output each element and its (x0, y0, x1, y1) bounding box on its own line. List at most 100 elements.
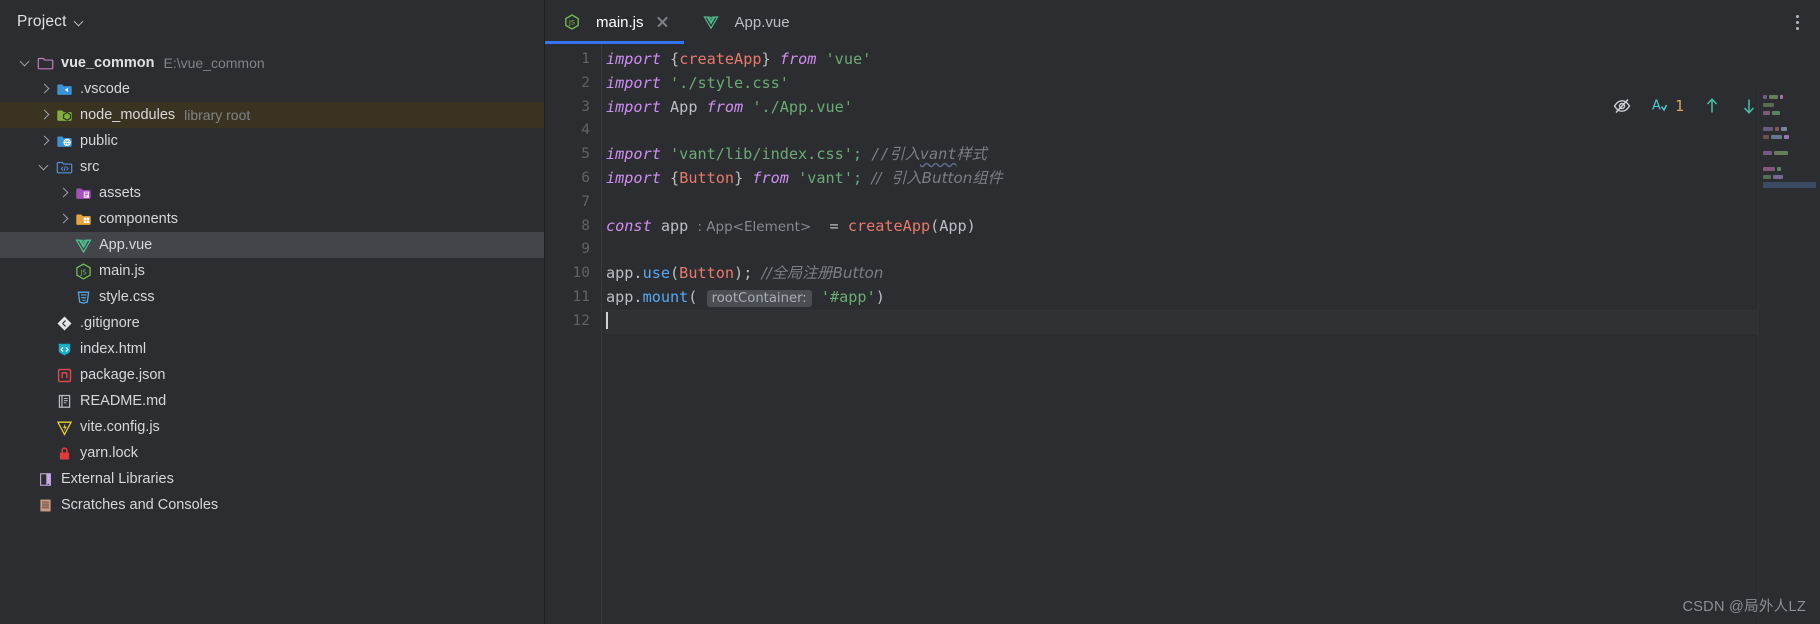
minimap-line (1763, 110, 1816, 116)
tree-item-src[interactable]: src (0, 154, 544, 180)
code-line-5: import 'vant/lib/index.css'; //引入vant样式 (605, 143, 1820, 167)
chevron-down-icon[interactable] (37, 159, 53, 175)
tree-item-app-vue[interactable]: App.vue (0, 232, 544, 258)
inspection-widget-icon[interactable]: A 1 (1651, 96, 1684, 116)
token-brace-open: { (670, 168, 680, 187)
token-mount-method: mount (642, 287, 689, 306)
code-content[interactable]: import {createApp} from 'vue' import './… (602, 44, 1820, 624)
token-comment: //全局注册Button (761, 264, 884, 283)
chevron-right-icon[interactable] (56, 211, 72, 227)
project-panel-header[interactable]: Project (0, 0, 544, 44)
token-module: './style.css' (670, 73, 789, 92)
code-line-1: import {createApp} from 'vue' (605, 48, 1820, 72)
npm-file-icon (55, 366, 73, 384)
git-file-icon (55, 314, 73, 332)
line-number: 11 (572, 288, 590, 305)
arrow-up-icon[interactable] (1703, 96, 1721, 116)
tree-item-label: External Libraries (61, 471, 174, 487)
editor-inspection-toolbar: A 1 (1612, 96, 1758, 116)
project-tree: vue_common E:\vue_common .vscode node_modul… (0, 44, 544, 518)
eye-slash-icon[interactable] (1612, 96, 1632, 116)
html-file-icon (55, 340, 73, 358)
tree-item-main-js[interactable]: JS main.js (0, 258, 544, 284)
tree-item-gitignore[interactable]: .gitignore (0, 310, 544, 336)
token-from: from (779, 50, 817, 68)
tree-item-label: vue_common (61, 55, 155, 71)
editor-area: JS main.js App.vue 12345678 9 10 11 12 i… (545, 0, 1820, 624)
arrow-down-icon[interactable] (1740, 96, 1758, 116)
tab-label: main.js (596, 13, 644, 31)
tree-item-node-modules[interactable]: node_modules library root (0, 102, 544, 128)
vite-file-icon (55, 418, 73, 436)
chevron-right-icon[interactable] (37, 107, 53, 123)
tree-item-index-html[interactable]: index.html (0, 336, 544, 362)
tree-item-label: style.css (99, 289, 155, 305)
code-minimap[interactable] (1758, 88, 1820, 624)
svg-text:JS: JS (79, 268, 86, 276)
token-app-selector: '#app' (820, 287, 876, 306)
tree-item-readme-md[interactable]: README.md (0, 388, 544, 414)
line-number: 7 (581, 193, 590, 210)
tree-item-label: yarn.lock (80, 445, 139, 461)
tree-item-scratches-and-consoles[interactable]: Scratches and Consoles (0, 492, 544, 518)
line-number: 3 (581, 98, 590, 115)
token-import: import (606, 73, 661, 92)
tree-item-label: src (80, 159, 100, 175)
tree-item-vite-config-js[interactable]: vite.config.js (0, 414, 544, 440)
token-createapp-call: createApp (847, 216, 931, 235)
token-brace-open: { (670, 50, 680, 68)
code-line-11: app.mount( rootContainer: '#app') (605, 286, 1820, 310)
close-icon[interactable] (656, 15, 670, 29)
minimap-line (1763, 158, 1816, 164)
tree-item-public[interactable]: public (0, 128, 544, 154)
tab-label: App.vue (734, 13, 790, 31)
tree-item-label: App.vue (99, 237, 153, 253)
minimap-line (1763, 166, 1816, 172)
scratches-icon (36, 496, 54, 514)
minimap-line (1763, 94, 1816, 100)
tree-item-assets[interactable]: assets (0, 180, 544, 206)
code-editor[interactable]: 1 2 3 4 5 6 7 8 9 10 11 12 import {createApp} from … (545, 44, 1820, 624)
tree-item-label: .gitignore (80, 315, 140, 331)
components-folder-icon (74, 210, 92, 228)
chevron-right-icon[interactable] (37, 133, 53, 149)
minimap-line (1763, 134, 1816, 140)
tab-main-js[interactable]: JS main.js (545, 0, 684, 44)
tree-item-vscode[interactable]: .vscode (0, 76, 544, 102)
token-args: (App) (930, 216, 976, 235)
tree-item-components[interactable]: components (0, 206, 544, 232)
token-from: from (706, 97, 744, 116)
line-number: 2 (581, 74, 590, 91)
kebab-menu-icon[interactable] (1788, 13, 1806, 31)
token-paren-close: ); (734, 264, 753, 283)
token-comment-vant: vant (919, 145, 957, 164)
parameter-hint-badge[interactable]: rootContainer: (706, 289, 812, 307)
tab-app-vue[interactable]: App.vue (684, 0, 804, 44)
js-file-icon: JS (74, 262, 92, 280)
tree-item-style-css[interactable]: style.css (0, 284, 544, 310)
chevron-right-icon[interactable] (37, 81, 53, 97)
tree-item-external-libraries[interactable]: External Libraries (0, 466, 544, 492)
chevron-down-icon[interactable] (18, 55, 34, 71)
tree-item-label: vite.config.js (80, 419, 160, 435)
tree-item-package-json[interactable]: package.json (0, 362, 544, 388)
editor-tabbar: JS main.js App.vue (545, 0, 1820, 44)
token-paren-open: ( (688, 287, 698, 306)
token-varname: app (660, 216, 689, 235)
chevron-down-icon[interactable] (74, 17, 85, 28)
tree-item-vue-common[interactable]: vue_common E:\vue_common (0, 50, 544, 76)
line-number: 5 (581, 146, 590, 163)
token-module: 'vant/lib/index.css'; (670, 145, 863, 164)
token-module: 'vant'; (798, 168, 863, 187)
vue-file-icon (74, 236, 92, 254)
tree-item-yarn-lock[interactable]: yarn.lock (0, 440, 544, 466)
token-paren-close: ) (875, 287, 885, 306)
type-hint: : App<Element> (697, 218, 812, 235)
token-equals: = (829, 216, 839, 235)
chevron-right-icon[interactable] (56, 185, 72, 201)
line-number: 10 (572, 265, 590, 282)
